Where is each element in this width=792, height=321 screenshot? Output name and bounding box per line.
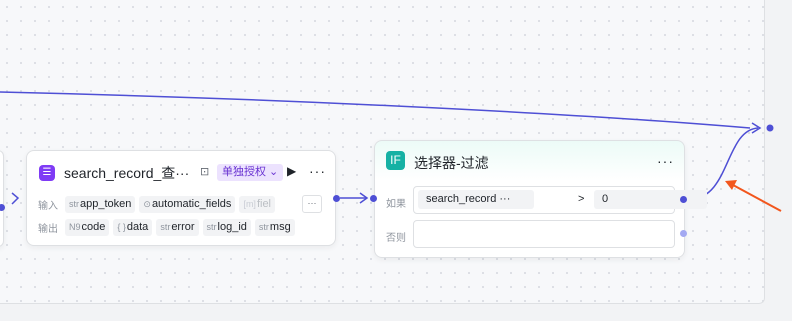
if-branch-label: 如果: [386, 199, 406, 210]
input-param: ⊙ automatic_fields: [139, 195, 236, 213]
if-node-icon: IF: [386, 151, 405, 170]
play-icon[interactable]: ▶: [287, 164, 296, 178]
filter-input-port[interactable]: [370, 195, 377, 202]
output-param: str msg: [254, 218, 295, 236]
search-node-output-port[interactable]: [333, 195, 340, 202]
inputs-more-button[interactable]: ···: [302, 195, 322, 213]
inputs-row: 输入 str app_token ⊙ automatic_fields [m] fie…: [38, 195, 279, 213]
output-param: str error: [156, 218, 199, 236]
output-param: { } data: [113, 218, 153, 236]
output-param: str log_id: [202, 218, 251, 236]
left-incoming-arrowhead: [11, 192, 20, 205]
filter-if-output-wire[interactable]: [689, 127, 759, 200]
condition-variable-field[interactable]: search_record ···: [418, 190, 534, 209]
else-branch-box[interactable]: [413, 220, 675, 248]
condition-operator[interactable]: >: [578, 190, 584, 209]
output-param: N9 code: [65, 218, 110, 236]
if-branch-output-port[interactable]: [680, 196, 687, 203]
if-condition-box[interactable]: search_record ··· > 0: [413, 186, 707, 214]
input-param: [m] fiel: [239, 195, 275, 213]
annotation-arrow-head: [725, 180, 737, 190]
long-connection-wire[interactable]: [0, 91, 751, 129]
node-title: search_record_查···: [64, 165, 190, 181]
inputs-label: 输入: [38, 200, 58, 212]
previous-node-edge[interactable]: [0, 150, 4, 247]
filter-selector-node[interactable]: IF 选择器-过滤 ··· 如果 search_record ··· > 0 否…: [374, 140, 707, 258]
auth-mode-dropdown[interactable]: 单独授权 ⌄: [217, 164, 284, 181]
end-node-input-port[interactable]: [766, 124, 774, 132]
bot-icon[interactable]: ⊡: [200, 165, 209, 178]
search-record-node[interactable]: ☰ search_record_查··· ⊡ 单独授权 ⌄ ▶ ··· 输入 s…: [26, 150, 336, 246]
more-icon[interactable]: ···: [309, 163, 326, 179]
node-title: 选择器-过滤: [414, 155, 489, 171]
list-app-icon: ☰: [39, 165, 55, 181]
outputs-label: 输出: [38, 223, 58, 235]
outputs-row: 输出 N9 code { } data str error str log_id str…: [38, 218, 299, 236]
condition-value-field[interactable]: 0: [594, 190, 707, 209]
more-icon[interactable]: ···: [657, 153, 674, 169]
else-branch-label: 否则: [386, 233, 406, 244]
input-param: str app_token: [65, 195, 136, 213]
annotation-arrow-line: [732, 184, 782, 212]
else-branch-output-port[interactable]: [680, 230, 687, 237]
